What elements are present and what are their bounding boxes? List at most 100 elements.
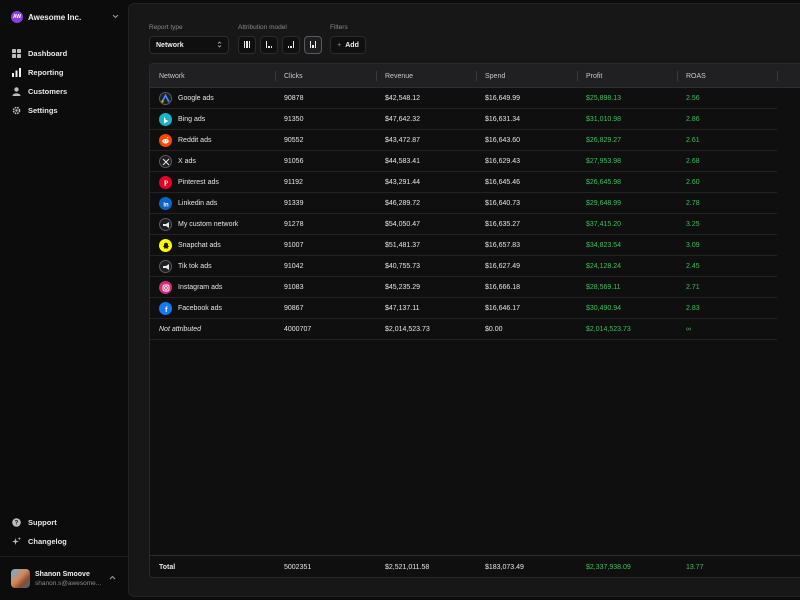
table-header: Network Clicks Revenue Spend Profit ROAS — [150, 64, 800, 88]
profit-cell: $28,569.11 — [586, 284, 621, 291]
table-row[interactable]: in Linkedin ads 91339 $46,289.72 $16,640.73 $… — [150, 193, 777, 214]
org-avatar: AW — [11, 11, 23, 23]
table-row[interactable]: f Facebook ads 90867 $47,137.11 $16,646.17 $3… — [150, 298, 777, 319]
chevron-updown-icon — [217, 40, 222, 50]
chevron-down-icon — [112, 14, 119, 21]
profit-cell: $2,014,523.73 — [586, 326, 631, 333]
roas-cell: 2.86 — [686, 116, 700, 123]
sidebar-item-settings[interactable]: Settings — [11, 101, 119, 120]
user-icon — [11, 87, 21, 97]
org-switcher[interactable]: AW Awesome Inc. — [11, 10, 119, 24]
column-header-network[interactable]: Network — [159, 64, 185, 88]
table-row[interactable]: My custom network 91278 $54,050.47 $16,635.… — [150, 214, 777, 235]
network-name: Snapchat ads — [178, 242, 221, 249]
sidebar-item-label: Support — [28, 518, 57, 527]
network-cell: Instagram ads — [159, 277, 222, 298]
main-nav: Dashboard Reporting Customers Settings — [11, 44, 119, 120]
column-header-clicks[interactable]: Clicks — [284, 64, 303, 88]
profit-cell: $27,953.98 — [586, 158, 622, 165]
revenue-cell: $44,583.41 — [385, 158, 421, 165]
roas-cell: 2.45 — [686, 263, 700, 270]
column-header-revenue[interactable]: Revenue — [385, 64, 413, 88]
spend-cell: $16,666.18 — [485, 284, 521, 291]
main-panel: Report type Network Attribution model Fi… — [128, 3, 800, 597]
clicks-cell: 91083 — [284, 284, 304, 291]
snapchat-icon — [159, 239, 172, 252]
user-email: shanon.s@awesome... — [35, 579, 102, 587]
report-table: Network Clicks Revenue Spend Profit ROAS… — [149, 63, 800, 578]
roas-cell: 2.78 — [686, 200, 700, 207]
sidebar-item-dashboard[interactable]: Dashboard — [11, 44, 119, 63]
table-row[interactable]: Tik tok ads 91042 $40,755.73 $16,627.49 $24,… — [150, 256, 777, 277]
pinterest-icon: P — [159, 176, 172, 189]
network-name: Pinterest ads — [178, 179, 219, 186]
table-row[interactable]: P Pinterest ads 91192 $43,291.44 $16,645.46 $… — [150, 172, 777, 193]
clicks-cell: 91042 — [284, 263, 304, 270]
revenue-cell: $45,235.29 — [385, 284, 421, 291]
roas-cell: 3.09 — [686, 242, 700, 249]
table-row[interactable]: Instagram ads 91083 $45,235.29 $16,666.18 $2… — [150, 277, 777, 298]
table-footer-total: Total 5002351 $2,521,011.58 $183,073.49 … — [150, 555, 800, 577]
profit-cell: $30,490.94 — [586, 305, 622, 312]
revenue-cell: $47,642.32 — [385, 116, 421, 123]
attribution-linear-button[interactable] — [238, 36, 256, 54]
sidebar-item-customers[interactable]: Customers — [11, 82, 119, 101]
sidebar-item-support[interactable]: ? Support — [11, 513, 119, 532]
user-menu[interactable]: Shanon Smoove shanon.s@awesome... — [0, 556, 128, 600]
table-row-not-attributed[interactable]: Not attributed 4000707 $2,014,523.73 $0.00 $… — [150, 319, 777, 340]
revenue-cell: $40,755.73 — [385, 263, 421, 270]
attribution-last-touch-button[interactable] — [282, 36, 300, 54]
filters-label: Filters — [330, 24, 348, 31]
report-type-value: Network — [156, 41, 184, 49]
spend-cell: $16,631.34 — [485, 116, 521, 123]
column-header-profit[interactable]: Profit — [586, 64, 602, 88]
sidebar-item-label: Customers — [28, 87, 68, 96]
report-type-select[interactable]: Network — [149, 36, 229, 54]
revenue-cell: $54,050.47 — [385, 221, 421, 228]
network-cell: Not attributed — [159, 326, 202, 333]
plus-icon: + — [337, 41, 342, 49]
total-revenue: $2,521,011.58 — [385, 563, 430, 571]
profit-cell: $37,415.20 — [586, 221, 622, 228]
attribution-position-based-button[interactable] — [304, 36, 322, 54]
roas-cell: 2.56 — [686, 95, 700, 102]
attribution-model-label: Attribution model — [238, 24, 287, 31]
google-ads-icon — [159, 92, 172, 105]
roas-cell: 2.61 — [686, 137, 700, 144]
clicks-cell: 91056 — [284, 158, 304, 165]
sidebar-item-reporting[interactable]: Reporting — [11, 63, 119, 82]
clicks-cell: 91350 — [284, 116, 304, 123]
spend-cell: $16,627.49 — [485, 263, 521, 270]
network-name: Facebook ads — [178, 305, 222, 312]
network-name: My custom network — [178, 221, 239, 228]
spend-cell: $16,646.17 — [485, 305, 521, 312]
clicks-cell: 91339 — [284, 200, 304, 207]
sidebar-item-changelog[interactable]: Changelog — [11, 532, 119, 551]
user-name: Shanon Smoove — [35, 570, 90, 578]
table-row[interactable]: Bing ads 91350 $47,642.32 $16,631.34 $31,010… — [150, 109, 777, 130]
revenue-cell: $43,472.87 — [385, 137, 421, 144]
spend-cell: $16,643.60 — [485, 137, 521, 144]
attribution-first-touch-button[interactable] — [260, 36, 278, 54]
network-cell: Reddit ads — [159, 130, 211, 151]
bar-chart-icon — [11, 68, 21, 78]
svg-text:?: ? — [14, 521, 18, 527]
table-row[interactable]: Google ads 90878 $42,548.12 $16,649.99 $25,8… — [150, 88, 777, 109]
table-row[interactable]: X ads 91056 $44,583.41 $16,629.43 $27,953.98… — [150, 151, 777, 172]
user-info: Shanon Smoove shanon.s@awesome... — [35, 571, 109, 587]
add-filter-button[interactable]: + Add — [330, 36, 366, 54]
table-row[interactable]: Reddit ads 90552 $43,472.87 $16,643.60 $26,8… — [150, 130, 777, 151]
x-icon — [159, 155, 172, 168]
network-cell: f Facebook ads — [159, 298, 222, 319]
roas-cell: 2.60 — [686, 179, 700, 186]
reddit-icon — [159, 134, 172, 147]
report-type-label: Report type — [149, 24, 183, 31]
spend-cell: $16,657.83 — [485, 242, 521, 249]
spend-cell: $16,640.73 — [485, 200, 521, 207]
table-row[interactable]: Snapchat ads 91007 $51,481.37 $16,657.83 $34… — [150, 235, 777, 256]
column-header-roas[interactable]: ROAS — [686, 64, 706, 88]
svg-text:in: in — [163, 202, 169, 208]
column-header-spend[interactable]: Spend — [485, 64, 505, 88]
network-cell: in Linkedin ads — [159, 193, 217, 214]
sidebar-item-label: Reporting — [28, 68, 64, 77]
